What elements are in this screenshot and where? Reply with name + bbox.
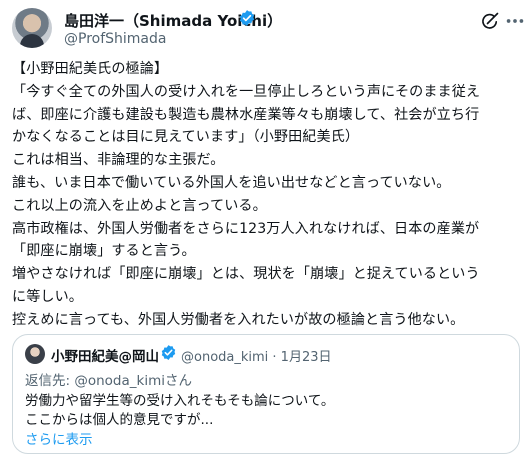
tweet-line: 増やさなければ「即座に崩壊」とは、現状を「崩壊」と捉えているという (12, 266, 480, 283)
more-options-icon[interactable] (504, 11, 526, 31)
grok-icon[interactable] (480, 11, 500, 31)
verified-badge-icon (239, 10, 255, 26)
quoted-handle-date[interactable]: @onoda_kimi · 1月23日 (181, 346, 332, 365)
author-avatar[interactable] (12, 8, 52, 48)
tweet-line: に等しい。 (12, 288, 83, 305)
author-handle[interactable]: @ProfShimada (64, 31, 166, 47)
tweet-text: 【小野田紀美氏の極論】 「今すぐ全ての外国人の受け入れを一旦停止しろという声にそ… (12, 58, 524, 332)
quoted-author-avatar[interactable] (25, 344, 45, 364)
tweet-line: 「即座に崩壊」すると言う。 (12, 243, 196, 260)
quoted-text-line: 労働力や留学生等の受け入れそもそも論について。 (25, 393, 335, 409)
tweet-line: かなくなることは目に見えています」（小野田紀美氏） (12, 129, 360, 146)
verified-badge-icon (161, 345, 176, 360)
tweet-line: 誰も、いま日本で働いている外国人を追い出せなどと言っていない。 (12, 174, 451, 191)
tweet-line: 高市政権は、外国人労働者をさらに123万人入れなければ、日本の産業が (12, 220, 480, 237)
show-more-link[interactable]: さらに表示 (25, 428, 93, 448)
quoted-tweet-card[interactable]: 小野田紀美@岡山 @onoda_kimi · 1月23日 返信先: @onoda… (12, 334, 520, 454)
tweet-line: 「今すぐ全ての外国人の受け入れを一旦停止しろという声にそのまま従え (12, 83, 481, 100)
tweet-line: 【小野田紀美氏の極論】 (12, 61, 169, 77)
quoted-reply-to: 返信先: @onoda_kimiさん (25, 373, 192, 389)
tweet-line: 控えめに言っても、外国人労働者を入れたいが故の極論と言う他ない。 (12, 311, 465, 328)
quoted-author-name[interactable]: 小野田紀美@岡山 (51, 345, 159, 365)
quoted-text-line: ここからは個人的意見ですが... (25, 412, 214, 428)
tweet-line: これは相当、非論理的な主張だ。 (12, 152, 225, 169)
tweet-line: これ以上の流入を止めよと言っている。 (12, 197, 267, 214)
tweet-line: ば、即座に介護も建設も製造も農林水産業等々も崩壊して、社会が立ち行 (12, 106, 480, 123)
